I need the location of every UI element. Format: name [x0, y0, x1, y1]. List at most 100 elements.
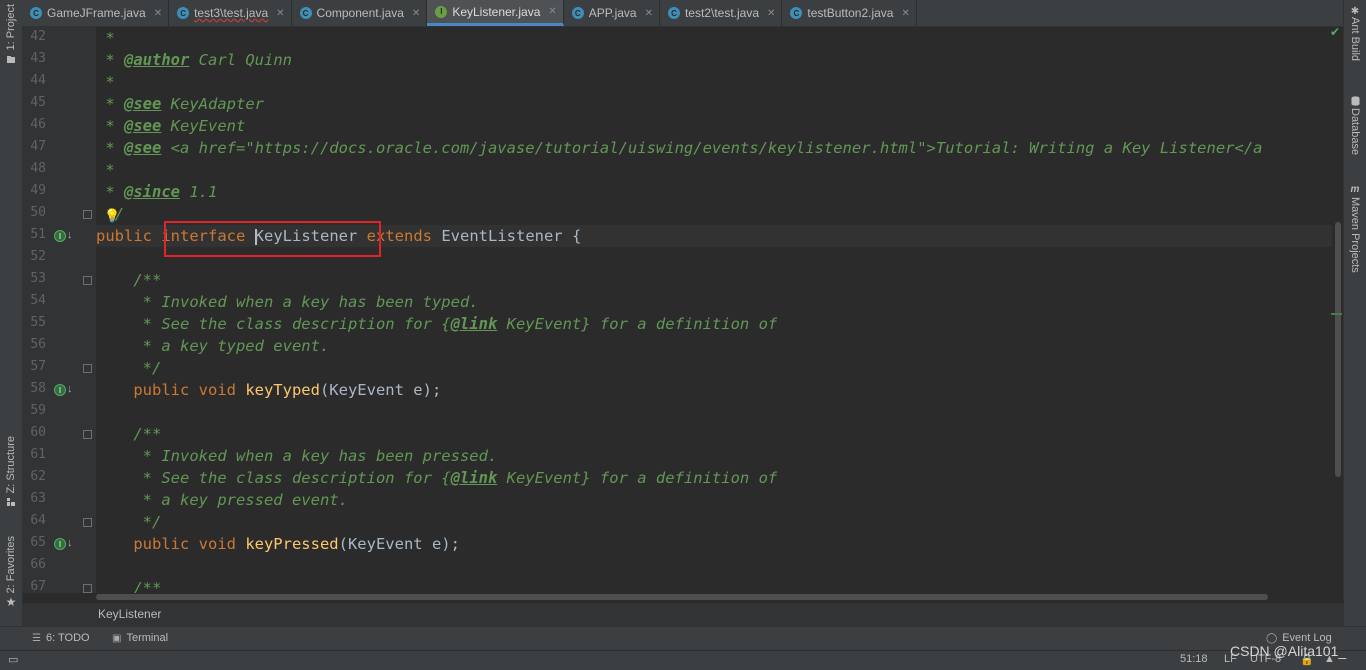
- line-number: 63: [30, 491, 46, 506]
- line-number: 52: [30, 249, 46, 264]
- close-icon[interactable]: ✕: [901, 8, 909, 19]
- code-line-63: * a key pressed event.: [96, 491, 348, 509]
- editor-tab[interactable]: C APP.java ✕: [564, 0, 660, 26]
- line-number: 45: [30, 95, 46, 110]
- fold-icon[interactable]: [83, 518, 92, 527]
- terminal-label: Terminal: [126, 632, 169, 644]
- horizontal-scrollbar-thumb[interactable]: [96, 594, 1268, 600]
- class-file-icon: C: [299, 7, 312, 19]
- line-number: 44: [30, 73, 46, 88]
- interface-file-icon: I: [435, 5, 448, 18]
- code-line-53: /**: [96, 271, 162, 289]
- tab-label: testButton2.java: [807, 6, 894, 20]
- tab-label: test3\test.java: [194, 6, 269, 20]
- stripe-marker[interactable]: [1331, 313, 1342, 315]
- editor-tab-bar: C GameJFrame.java ✕ Ctest3\test.java ✕ C Compo…: [22, 0, 1344, 27]
- code-line-65: public void keyPressed(KeyEvent e);: [96, 535, 460, 553]
- editor-tab[interactable]: Ctest3\test.java ✕: [169, 0, 292, 26]
- tab-label: GameJFrame.java: [47, 6, 146, 20]
- favorites-tool-label: 2: Favorites: [5, 536, 17, 594]
- database-tool-button[interactable]: Database: [1347, 96, 1363, 155]
- editor-tab[interactable]: C Component.java ✕: [292, 0, 428, 26]
- close-icon[interactable]: ✕: [154, 8, 162, 19]
- maven-tool-button[interactable]: m Maven Projects: [1347, 184, 1363, 273]
- structure-tool-label: Z: Structure: [5, 436, 17, 494]
- class-file-icon: C: [30, 7, 42, 19]
- lightbulb-icon[interactable]: 💡: [104, 208, 120, 224]
- ant-icon: ✱: [1350, 6, 1360, 17]
- code-line-61: * Invoked when a key has been pressed.: [96, 447, 498, 465]
- editor-gutter: 42 43 44 45 46 47 48 49 50 51 52 53 54 55 56 57 58 59 60 61…: [22, 27, 96, 593]
- close-icon[interactable]: ✕: [645, 8, 653, 19]
- project-tool-button[interactable]: 1: Project: [2, 4, 20, 64]
- favorites-tool-button[interactable]: 2: Favorites ★: [2, 536, 20, 609]
- line-number: 42: [30, 29, 46, 44]
- right-tool-strip: ✱ Ant Build Database m Maven Projects: [1343, 0, 1366, 626]
- line-number: 43: [30, 51, 46, 66]
- fold-icon[interactable]: [83, 364, 92, 373]
- structure-icon: [7, 498, 15, 507]
- line-number: 61: [30, 447, 46, 462]
- line-number: 50: [30, 205, 46, 220]
- ant-build-label: Ant Build: [1349, 17, 1361, 62]
- editor-tab[interactable]: Ctest2\test.java ✕: [660, 0, 783, 26]
- todo-tool-button[interactable]: ☰ 6: TODO: [32, 632, 90, 644]
- editor-tab[interactable]: C GameJFrame.java ✕: [22, 0, 170, 26]
- check-icon: ✔: [1330, 25, 1341, 39]
- list-icon: ☰: [32, 632, 41, 644]
- status-bar: ▭ 51:18 LF UTF-8 🔒 ▲: [0, 650, 1366, 670]
- fold-icon[interactable]: [83, 210, 92, 219]
- tab-label: KeyListener.java: [452, 4, 541, 19]
- horizontal-scrollbar[interactable]: [96, 593, 1332, 601]
- left-tool-strip: 1: Project Z: Structure 2: Favorites ★: [0, 0, 23, 626]
- code-line-49: * @since 1.1: [96, 183, 218, 201]
- line-number: 66: [30, 557, 46, 572]
- breadcrumb-item[interactable]: KeyListener: [98, 607, 161, 621]
- code-line-47: * @see <a href="https://docs.oracle.com/…: [96, 139, 1263, 157]
- fold-icon[interactable]: [83, 276, 92, 285]
- arrow-down-icon: ↓: [67, 383, 73, 395]
- line-number: 49: [30, 183, 46, 198]
- editor-tab[interactable]: CtestButton2.java ✕: [782, 0, 917, 26]
- line-number: 64: [30, 513, 46, 528]
- implemented-marker-icon[interactable]: I: [54, 384, 66, 396]
- ant-build-tool-button[interactable]: ✱ Ant Build: [1347, 6, 1363, 61]
- code-line-58: public void keyTyped(KeyEvent e);: [96, 381, 442, 399]
- database-label: Database: [1349, 108, 1361, 156]
- close-icon[interactable]: ✕: [767, 8, 775, 19]
- code-line-48: *: [96, 161, 115, 179]
- line-number: 46: [30, 117, 46, 132]
- structure-tool-button[interactable]: Z: Structure: [2, 436, 20, 507]
- fold-icon[interactable]: [83, 584, 92, 593]
- implemented-marker-icon[interactable]: I: [54, 230, 66, 242]
- code-line-45: * @see KeyAdapter: [96, 95, 264, 113]
- line-number: 57: [30, 359, 46, 374]
- implemented-marker-icon[interactable]: I: [54, 538, 66, 550]
- editor-tab[interactable]: I KeyListener.java ✕: [427, 0, 564, 26]
- code-line-67: /**: [96, 579, 162, 593]
- red-highlight-box: [164, 221, 381, 257]
- class-file-icon: C: [571, 7, 584, 19]
- line-number: 53: [30, 271, 46, 286]
- code-editor[interactable]: * * @author Carl Quinn * * @see KeyAdapt…: [96, 27, 1332, 593]
- fold-icon[interactable]: [83, 430, 92, 439]
- class-file-icon: C: [177, 7, 190, 19]
- maven-icon: m: [1350, 184, 1360, 195]
- folder-icon: [7, 56, 15, 64]
- todo-label: 6: TODO: [45, 632, 90, 644]
- tab-label: test2\test.java: [684, 6, 760, 20]
- close-icon[interactable]: ✕: [412, 8, 420, 19]
- line-number: 65: [30, 535, 46, 550]
- layout-toggle-icon[interactable]: ▭: [8, 653, 18, 666]
- code-line-42: *: [96, 29, 115, 47]
- line-number: 47: [30, 139, 46, 154]
- close-icon[interactable]: ✕: [548, 6, 556, 17]
- breadcrumb[interactable]: KeyListener: [22, 602, 1344, 626]
- class-file-icon: C: [667, 7, 680, 19]
- code-line-60: /**: [96, 425, 162, 443]
- code-line-62: * See the class description for {@link K…: [96, 469, 778, 487]
- caret-position[interactable]: 51:18: [1180, 653, 1208, 665]
- terminal-tool-button[interactable]: ▣ Terminal: [112, 632, 168, 644]
- vertical-scrollbar-thumb[interactable]: [1335, 222, 1341, 477]
- close-icon[interactable]: ✕: [276, 8, 284, 19]
